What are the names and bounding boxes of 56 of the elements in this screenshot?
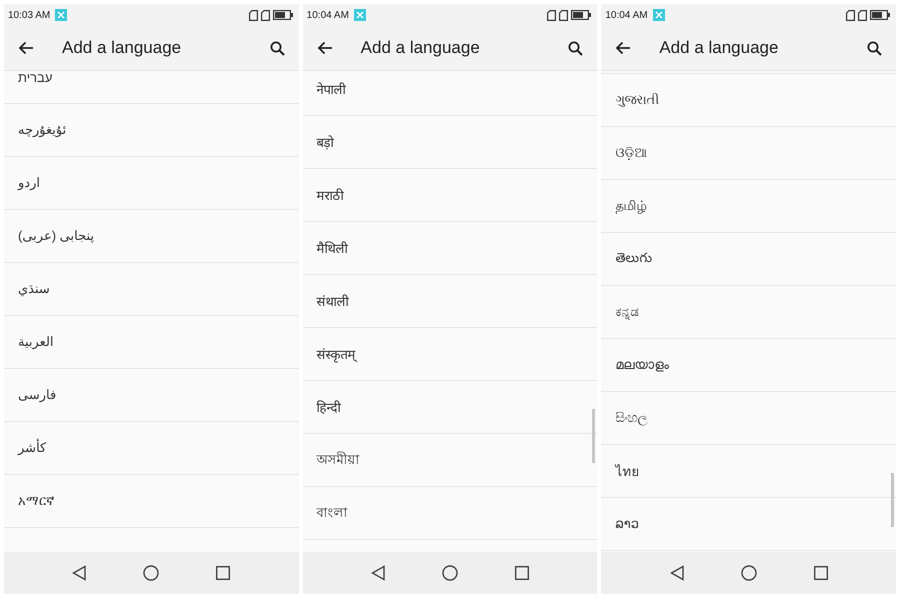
screen-title: Add a language <box>62 38 182 58</box>
language-item[interactable]: मैथिली <box>302 222 598 275</box>
language-item[interactable]: አማርኛ <box>4 475 299 528</box>
status-time: 10:03 AM <box>8 10 50 20</box>
language-item[interactable]: संस्कृतम् <box>302 328 598 381</box>
notification-icon <box>354 9 366 21</box>
square-icon <box>514 566 529 580</box>
circle-icon <box>143 565 160 581</box>
language-item[interactable]: मराठी <box>302 169 598 222</box>
language-item[interactable]: العربية <box>4 316 299 369</box>
triangle-icon <box>670 565 684 581</box>
language-item[interactable]: తెలుగు <box>601 233 896 286</box>
language-item[interactable]: עברית <box>4 71 299 104</box>
language-item[interactable]: اردو <box>4 157 299 210</box>
language-item[interactable]: বাংলা <box>302 487 598 540</box>
language-item[interactable]: ئۇيغۇرچە <box>4 104 299 157</box>
language-item[interactable]: ଓଡ଼ିଆ <box>601 127 896 180</box>
search-icon <box>270 40 285 56</box>
back-arrow-icon <box>316 41 333 55</box>
sim-card-icon <box>858 10 868 20</box>
notification-icon <box>55 9 68 21</box>
search-icon <box>867 40 882 56</box>
sim-card-icon <box>248 10 258 20</box>
battery-icon <box>870 10 890 20</box>
sim-card-icon <box>846 10 856 20</box>
back-arrow-icon <box>18 41 34 55</box>
battery-icon <box>571 10 592 20</box>
language-item[interactable]: മലയാളം <box>601 339 896 392</box>
triangle-icon <box>371 565 386 581</box>
language-item[interactable]: ಕನ್ನಡ <box>601 286 896 339</box>
language-item[interactable]: සිංහල <box>601 392 896 445</box>
language-item[interactable]: தமிழ் <box>601 180 896 233</box>
language-item[interactable]: فارسی <box>4 369 299 422</box>
status-time: 10:04 AM <box>605 10 648 20</box>
screen-title: Add a language <box>659 38 780 58</box>
sim-card-icon <box>260 10 270 20</box>
battery-icon <box>272 10 293 20</box>
notification-icon <box>652 9 665 21</box>
triangle-icon <box>72 565 86 581</box>
back-arrow-icon <box>615 41 632 55</box>
language-item[interactable]: नेपाली <box>302 71 598 116</box>
circle-icon <box>740 565 757 581</box>
language-item[interactable]: ગુજરાતી <box>601 74 896 127</box>
sim-card-icon <box>559 10 568 20</box>
search-icon <box>568 40 584 56</box>
circle-icon <box>442 565 458 581</box>
status-time: 10:04 AM <box>306 10 349 20</box>
language-item[interactable]: سنڌي <box>4 263 299 316</box>
square-icon <box>216 566 230 580</box>
sim-card-icon <box>547 10 556 20</box>
language-item[interactable]: پنجابی (عربی) <box>4 210 299 263</box>
square-icon <box>814 566 828 580</box>
language-item[interactable]: संथाली <box>302 275 598 328</box>
screen-title: Add a language <box>360 38 481 58</box>
language-item[interactable]: کأشر <box>4 422 299 475</box>
language-item[interactable]: बड़ो <box>302 116 598 169</box>
